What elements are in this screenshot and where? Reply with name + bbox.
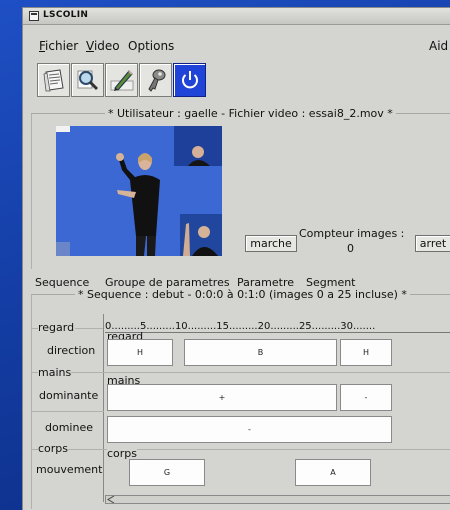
ruler-baseline xyxy=(105,332,450,333)
group-label-mains: mains xyxy=(38,366,72,379)
title-bar[interactable]: LSCOLIN xyxy=(23,8,450,25)
menu-video[interactable]: Video xyxy=(86,39,120,53)
video-image xyxy=(56,126,222,256)
row-label-dominante: dominante xyxy=(39,389,99,402)
play-button[interactable]: marche xyxy=(245,235,297,252)
counter-value: 0 xyxy=(347,242,354,255)
group-separator xyxy=(32,449,450,450)
window-title: LSCOLIN xyxy=(43,10,89,20)
segment-dominee-1[interactable]: - xyxy=(107,416,392,443)
menu-aide[interactable]: Aid xyxy=(429,39,448,53)
sequence-caption: * Sequence : debut - 0:0:0 à 0:1:0 (imag… xyxy=(75,288,410,301)
power-icon xyxy=(182,71,198,89)
menu-video-mnemonic: V xyxy=(86,39,94,53)
segment-corps-1[interactable]: G xyxy=(129,459,205,486)
panel-border-left xyxy=(31,114,32,269)
segment-dominante-1[interactable]: + xyxy=(107,384,337,411)
segment-regard-3[interactable]: H xyxy=(340,339,392,366)
search-button[interactable] xyxy=(71,63,104,97)
menu-options[interactable]: Options xyxy=(128,39,174,53)
edit-button[interactable] xyxy=(105,63,138,97)
segment-regard-2[interactable]: B xyxy=(184,339,337,366)
window-menu-icon[interactable] xyxy=(29,11,39,21)
power-button[interactable] xyxy=(173,63,206,97)
segment-regard-1[interactable]: H xyxy=(107,339,173,366)
group-label-corps: corps xyxy=(38,442,69,455)
counter-label: Compteur images : xyxy=(299,227,405,240)
group-separator xyxy=(32,372,450,373)
menu-bar: Fichier Video Options Aid xyxy=(23,30,450,54)
document-button[interactable] xyxy=(37,63,70,97)
document-icon xyxy=(43,69,64,92)
pencil-icon xyxy=(110,70,134,91)
scroll-left-icon[interactable] xyxy=(107,496,115,503)
magnifier-icon xyxy=(77,70,99,91)
menu-fichier-label: ichier xyxy=(45,39,79,53)
application-window: LSCOLIN Fichier Video Options Aid * Util… xyxy=(22,7,450,510)
group-separator xyxy=(75,328,103,329)
menu-fichier[interactable]: Fichier xyxy=(39,39,78,53)
key-button[interactable] xyxy=(139,63,172,97)
row-label-dominee: dominee xyxy=(45,421,93,434)
timeline-scrollbar[interactable] xyxy=(105,495,450,504)
group-separator xyxy=(32,328,38,329)
row-separator xyxy=(32,411,104,412)
menu-video-label: ideo xyxy=(93,39,120,53)
segment-dominante-2[interactable]: - xyxy=(340,384,392,411)
row-label-direction: direction xyxy=(47,344,96,357)
group-label-regard: regard xyxy=(38,321,75,334)
timeline-divider xyxy=(103,314,104,502)
video-panel-caption: * Utilisateur : gaelle - Fichier video :… xyxy=(105,107,396,120)
stop-button[interactable]: arret xyxy=(415,235,450,252)
row-label-mouvement: mouvement xyxy=(36,463,103,476)
key-icon xyxy=(148,69,166,92)
segment-corps-2[interactable]: A xyxy=(295,459,371,486)
video-frame[interactable] xyxy=(56,126,222,256)
